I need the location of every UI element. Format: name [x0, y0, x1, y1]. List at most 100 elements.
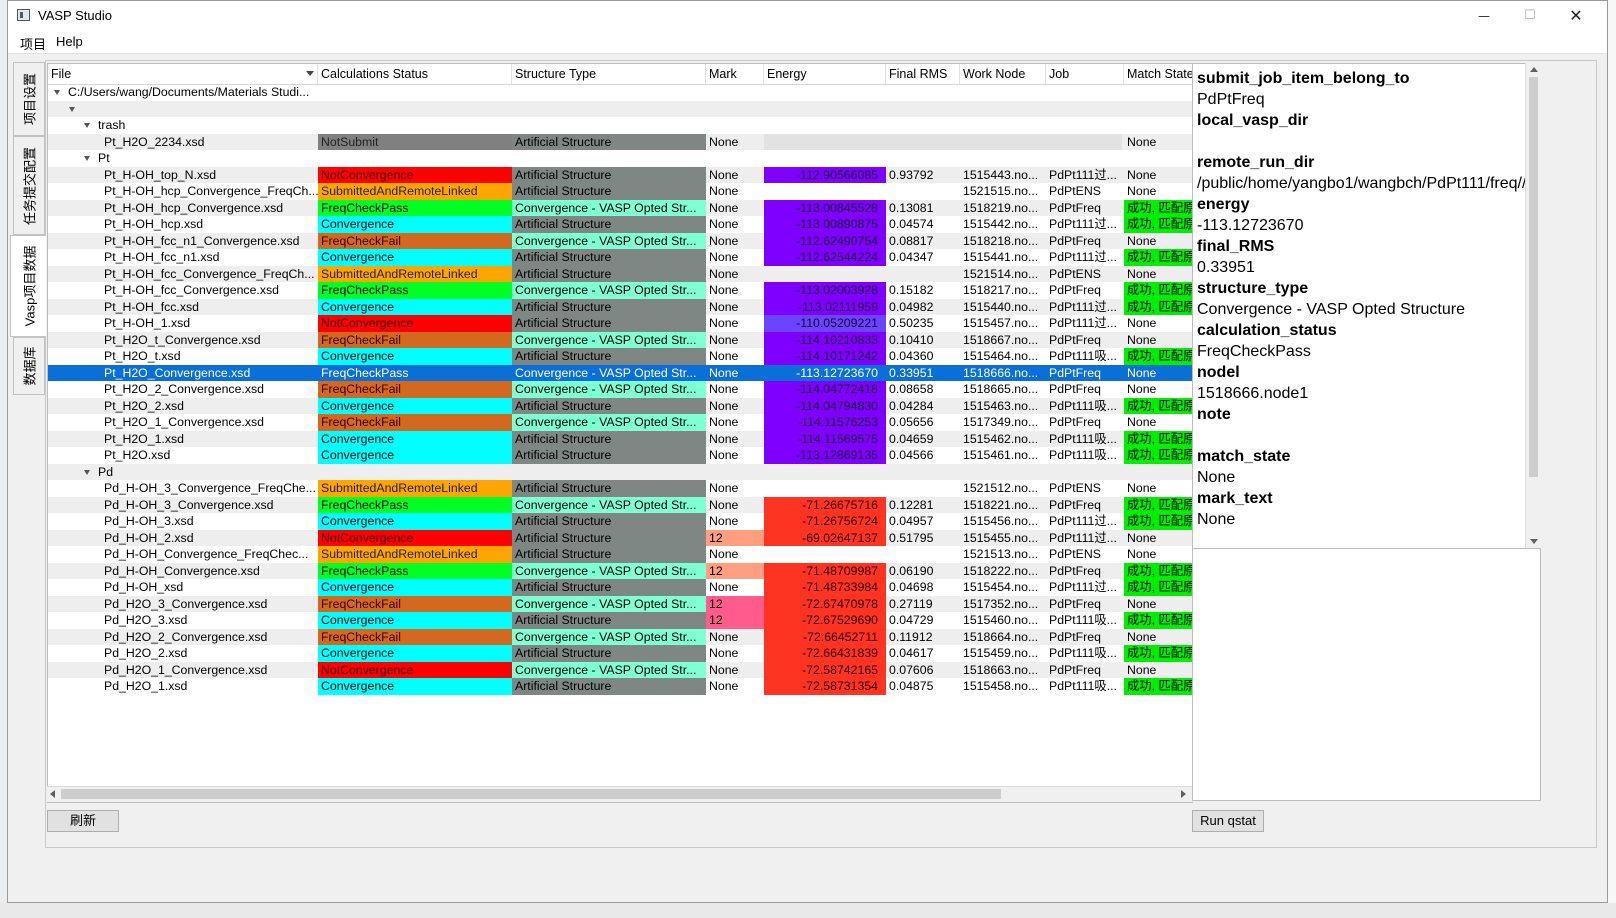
table-row[interactable]: Pd_H-OH_3.xsd Convergence Artificial Struc… — [48, 513, 1192, 530]
cell-calculations-status: FreqCheckPass — [318, 562, 512, 579]
tree-folder-row[interactable]: Pd — [48, 463, 1192, 480]
column-header-calculations-status[interactable]: Calculations Status — [318, 64, 512, 84]
column-header-energy[interactable]: Energy — [764, 64, 886, 84]
cell-match-state: None — [1127, 167, 1157, 182]
tree-folder-row[interactable]: C:/Users/wang/Documents/Materials Studi.… — [48, 84, 1192, 101]
scroll-thumb[interactable] — [1529, 77, 1538, 477]
tab-vasp-project-data[interactable]: Vasp项目数据 — [10, 235, 46, 337]
column-header-mark[interactable]: Mark — [706, 64, 764, 84]
cell-final-rms: 0.04957 — [889, 514, 934, 528]
table-row[interactable]: Pt_H2O_t.xsd Convergence Artificial Struct… — [48, 348, 1192, 365]
refresh-button[interactable]: 刷新 — [47, 810, 119, 832]
column-header-file[interactable]: File — [48, 64, 318, 84]
table-row[interactable]: Pt_H-OH_fcc_Convergence.xsd FreqCheckPass… — [48, 282, 1192, 299]
expand-arrow-icon[interactable] — [69, 106, 75, 112]
column-header-match-state[interactable]: Match State — [1124, 64, 1192, 84]
cell-structure-type: Convergence - VASP Opted Str... — [512, 628, 706, 645]
expand-arrow-icon[interactable] — [84, 469, 90, 475]
table-row[interactable]: Pt_H2O.xsd Convergence Artificial Structur… — [48, 447, 1192, 464]
cell-final-rms: 0.04617 — [889, 646, 934, 660]
table-row[interactable]: Pt_H-OH_fcc_Convergence_FreqCh... Submitt… — [48, 265, 1192, 282]
table-row[interactable]: Pd_H2O_2_Convergence.xsd FreqCheckFail Con… — [48, 628, 1192, 645]
table-row[interactable]: Pd_H-OH_3_Convergence_FreqChe... Submitte… — [48, 480, 1192, 497]
column-header-structure-type[interactable]: Structure Type — [512, 64, 706, 84]
cell-work-node: 1515460.no... — [963, 613, 1039, 627]
cell-job: PdPtENS — [1049, 481, 1101, 495]
table-row[interactable]: Pd_H2O_1_Convergence.xsd NotConvergence Co… — [48, 661, 1192, 678]
table-row[interactable]: Pt_H-OH_1.xsd NotConvergence Artificial St… — [48, 315, 1192, 332]
table-row[interactable]: Pd_H-OH_Convergence.xsd FreqCheckPass Conv… — [48, 562, 1192, 579]
cell-job: PdPtFreq — [1049, 233, 1101, 248]
table-row[interactable]: Pt_H-OH_hcp_Convergence_FreqCh... Submitt… — [48, 183, 1192, 200]
table-row[interactable]: Pd_H-OH_2.xsd NotConvergence Artificial St… — [48, 529, 1192, 546]
tab-database[interactable]: 数据库 — [13, 337, 45, 395]
minimize-button[interactable]: — — [1461, 1, 1507, 31]
table-row[interactable]: Pd_H-OH_xsd Convergence Artificial Structu… — [48, 579, 1192, 596]
table-row[interactable]: Pt_H-OH_hcp_Convergence.xsd FreqCheckPass… — [48, 199, 1192, 216]
table-row[interactable]: Pt_H2O_2_Convergence.xsd FreqCheckFail Con… — [48, 381, 1192, 398]
cell-energy: -114.11569575 — [764, 430, 886, 447]
table-row[interactable]: Pd_H2O_3.xsd Convergence Artificial Struct… — [48, 612, 1192, 629]
table-row[interactable]: Pt_H-OH_top_N.xsd NotConvergence Artificia… — [48, 166, 1192, 183]
sort-descending-icon[interactable] — [306, 71, 314, 76]
cell-energy: -112.62544224 — [764, 249, 886, 266]
horizontal-scrollbar[interactable] — [47, 786, 1193, 802]
scroll-right-arrow-icon[interactable] — [1181, 790, 1186, 798]
cell-structure-type: Artificial Structure — [512, 480, 706, 497]
tab-project-settings[interactable]: 项目设置 — [13, 62, 45, 136]
cell-final-rms: 0.04729 — [889, 613, 934, 627]
table-row[interactable]: Pt_H-OH_fcc_n1.xsd Convergence Artificial … — [48, 249, 1192, 266]
table-row[interactable]: Pd_H-OH_Convergence_FreqChec... Submitted… — [48, 546, 1192, 563]
table-row[interactable]: Pd_H2O_3_Convergence.xsd FreqCheckFail Con… — [48, 595, 1192, 612]
project-tree-table[interactable]: File Calculations Status Structure Type Mar… — [47, 63, 1193, 803]
cell-mark: None — [709, 415, 739, 429]
cell-file — [80, 101, 318, 118]
table-row[interactable]: Pd_H2O_2.xsd Convergence Artificial Struct… — [48, 645, 1192, 662]
menu-project[interactable]: 项目 — [20, 34, 46, 53]
table-row[interactable]: Pd_H2O_1.xsd Convergence Artificial Struct… — [48, 678, 1192, 695]
cell-final-rms: 0.04875 — [889, 679, 934, 693]
scroll-left-arrow-icon[interactable] — [50, 790, 55, 798]
cell-calculations-status: Convergence — [318, 678, 512, 695]
tree-folder-row[interactable] — [48, 100, 1192, 118]
table-row[interactable]: Pt_H-OH_fcc_n1_Convergence.xsd FreqCheckF… — [48, 232, 1192, 249]
tree-folder-row[interactable]: trash — [48, 117, 1192, 134]
table-row[interactable]: Pt_H2O_1.xsd Convergence Artificial Struct… — [48, 430, 1192, 447]
scroll-down-arrow-icon[interactable] — [1530, 539, 1538, 544]
cell-energy: -72.67470978 — [764, 595, 886, 612]
cell-calculations-status: NotConvergence — [318, 315, 512, 332]
detail-value: 0.33951 — [1197, 259, 1255, 276]
detail-vertical-scrollbar[interactable] — [1525, 63, 1541, 549]
cell-mark: None — [709, 134, 739, 149]
expand-arrow-icon[interactable] — [84, 123, 90, 128]
expand-arrow-icon[interactable] — [84, 156, 90, 161]
table-row[interactable]: Pt_H2O_Convergence.xsd FreqCheckPass Conve… — [48, 364, 1192, 381]
cell-energy: -113.12723670 — [796, 365, 878, 380]
cell-mark: None — [709, 283, 739, 297]
tab-task-submit-config[interactable]: 任务提交配置 — [13, 136, 45, 235]
menu-help[interactable]: Help — [56, 34, 83, 49]
cell-energy: -114.11576253 — [764, 414, 886, 431]
column-header-job[interactable]: Job — [1046, 64, 1124, 84]
table-row[interactable]: Pt_H-OH_hcp.xsd Convergence Artificial Str… — [48, 216, 1192, 233]
scroll-thumb[interactable] — [61, 789, 1001, 799]
cell-work-node: 1518222.no... — [963, 563, 1039, 578]
run-qstat-button[interactable]: Run qstat — [1192, 810, 1264, 832]
tree-folder-row[interactable]: Pt — [48, 150, 1192, 167]
maximize-button[interactable]: ☐ — [1507, 1, 1553, 31]
cell-mark: None — [709, 250, 739, 264]
cell-mark: None — [709, 431, 739, 446]
expand-arrow-icon[interactable] — [54, 90, 60, 95]
table-row[interactable]: Pd_H-OH_3_Convergence.xsd FreqCheckPass Co… — [48, 496, 1192, 513]
table-row[interactable]: Pt_H-OH_fcc.xsd Convergence Artificial Str… — [48, 298, 1192, 315]
close-button[interactable]: ✕ — [1553, 1, 1599, 31]
table-row[interactable]: Pt_H2O_t_Convergence.xsd FreqCheckFail Con… — [48, 331, 1192, 348]
column-header-final-rms[interactable]: Final RMS — [886, 64, 960, 84]
menu-bar: 项目 Help — [8, 31, 1607, 54]
table-row[interactable]: Pt_H2O_2234.xsd NotSubmit Artificial Struc… — [48, 133, 1192, 150]
table-row[interactable]: Pt_H2O_2.xsd Convergence Artificial Struct… — [48, 397, 1192, 414]
table-row[interactable]: Pt_H2O_1_Convergence.xsd FreqCheckFail Con… — [48, 414, 1192, 431]
cell-file: Pt_H-OH_fcc_n1.xsd — [104, 250, 220, 264]
column-header-work-node[interactable]: Work Node — [960, 64, 1046, 84]
scroll-up-arrow-icon[interactable] — [1530, 67, 1538, 72]
